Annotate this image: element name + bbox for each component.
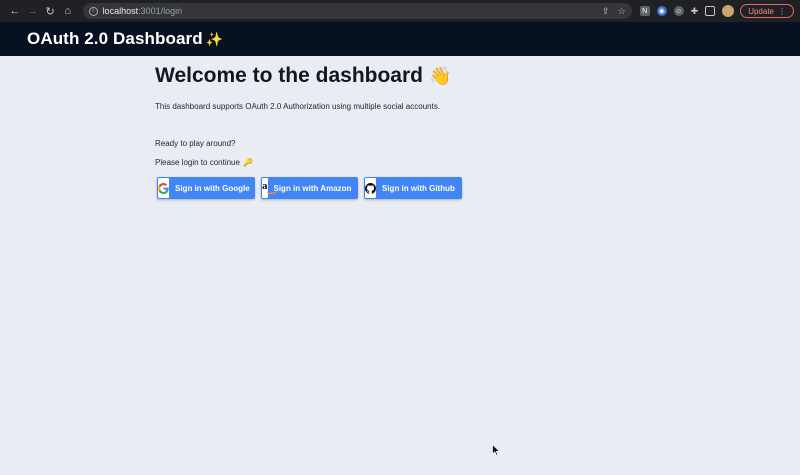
address-bar[interactable]: i localhost:3001/login ⇪ ☆ xyxy=(82,3,632,19)
login-prompt-text: Please login to continue xyxy=(155,158,240,167)
github-sign-in-button[interactable]: Sign in with Github xyxy=(364,177,462,199)
github-logo-icon xyxy=(365,178,376,198)
sparkles-icon: ✨ xyxy=(205,30,224,47)
menu-dots-icon[interactable]: ⋮ xyxy=(778,7,786,16)
site-info-icon[interactable]: i xyxy=(88,6,98,16)
heading-text: Welcome to the dashboard xyxy=(155,64,423,87)
waving-hand-icon: 👋 xyxy=(429,65,452,86)
extension-n-icon[interactable]: N xyxy=(639,6,650,16)
home-icon[interactable]: ⌂ xyxy=(59,2,77,20)
forward-arrow-icon[interactable]: → xyxy=(24,2,42,20)
extension-face-icon[interactable]: ☺ xyxy=(673,6,684,16)
extensions-puzzle-icon[interactable]: ✚ xyxy=(691,6,699,17)
google-sign-in-label: Sign in with Google xyxy=(175,183,250,193)
github-sign-in-label: Sign in with Github xyxy=(382,183,455,193)
app-header: OAuth 2.0 Dashboard ✨ xyxy=(0,22,800,56)
login-prompt: Please login to continue 🔑 xyxy=(155,158,655,167)
page-heading: Welcome to the dashboard 👋 xyxy=(155,64,655,88)
google-logo-icon xyxy=(158,178,169,198)
amazon-logo-icon: a xyxy=(262,178,277,198)
update-label: Update xyxy=(748,6,774,16)
browser-toolbar: ← → ↻ ⌂ i localhost:3001/login ⇪ ☆ N ◉ ☺… xyxy=(0,0,800,22)
reload-icon[interactable]: ↻ xyxy=(41,2,59,20)
amazon-sign-in-button[interactable]: a Sign in with Amazon xyxy=(261,177,358,199)
google-sign-in-button[interactable]: Sign in with Google xyxy=(157,177,255,199)
bookmark-star-icon[interactable]: ☆ xyxy=(618,6,626,17)
amazon-sign-in-label: Sign in with Amazon xyxy=(273,183,352,193)
key-icon: 🔑 xyxy=(242,158,253,167)
sign-in-buttons: Sign in with Google a Sign in with Amazo… xyxy=(157,177,655,199)
share-icon[interactable]: ⇪ xyxy=(602,6,610,17)
mouse-cursor-icon xyxy=(492,444,500,456)
main-content: Welcome to the dashboard 👋 This dashboar… xyxy=(155,64,655,199)
url-path: :3001/login xyxy=(138,6,183,16)
update-button[interactable]: Update ⋮ xyxy=(740,4,794,18)
dashboard-description: This dashboard supports OAuth 2.0 Author… xyxy=(155,102,441,111)
extension-shield-icon[interactable]: ◉ xyxy=(656,6,667,16)
side-panel-icon[interactable] xyxy=(705,6,716,16)
back-arrow-icon[interactable]: ← xyxy=(6,2,24,20)
app-title: OAuth 2.0 Dashboard xyxy=(27,29,203,48)
ready-text: Ready to play around? xyxy=(155,139,236,148)
url-host: localhost xyxy=(102,6,139,16)
profile-avatar[interactable] xyxy=(722,5,735,17)
